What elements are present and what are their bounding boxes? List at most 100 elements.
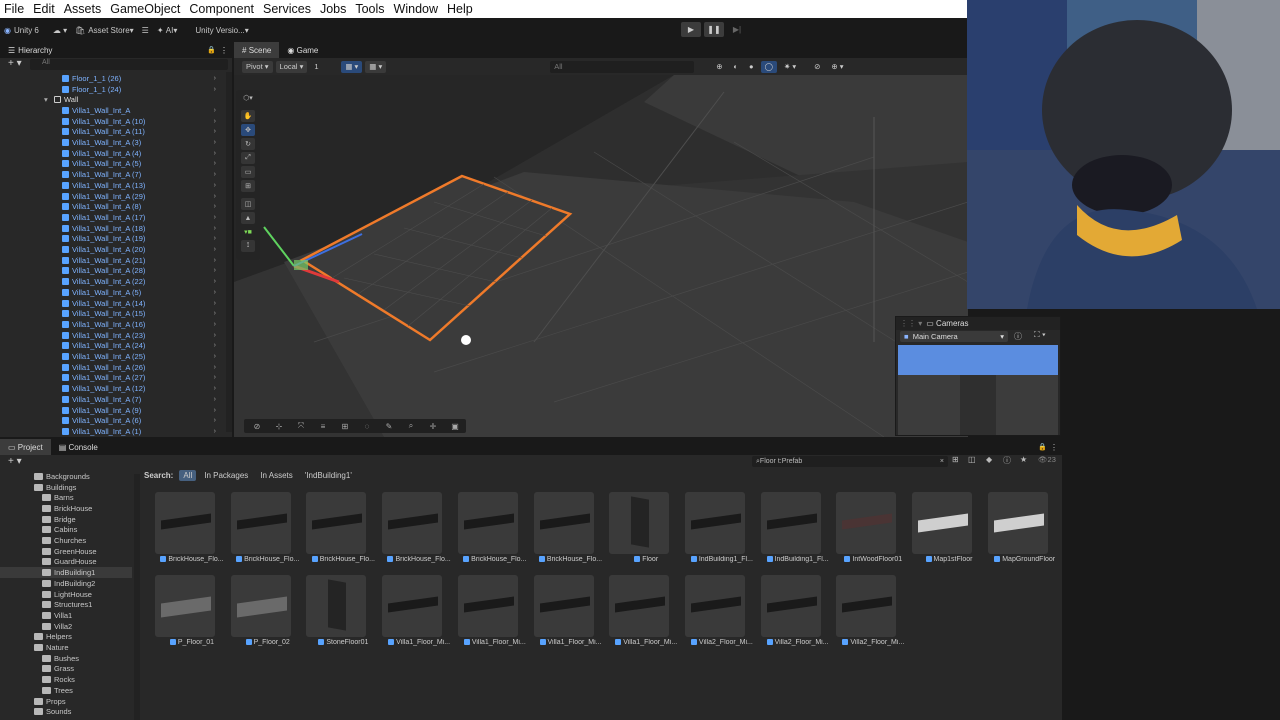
- hierarchy-row[interactable]: Floor_1_1 (24) ›: [0, 84, 226, 95]
- local-dropdown[interactable]: Local ▾: [275, 60, 308, 73]
- hierarchy-row[interactable]: Villa1_Wall_Int_A (8) ›: [0, 201, 226, 212]
- hierarchy-row[interactable]: Villa1_Wall_Int_A (26) ›: [0, 362, 226, 373]
- scene-view[interactable]: # Scene ◉ Game Pivot ▾ Local ▾ 1 ▦ ▾ ▦ ▾…: [234, 42, 968, 437]
- chevron-right-icon[interactable]: ›: [214, 139, 216, 146]
- rotate-tool-icon[interactable]: ↻: [241, 138, 255, 150]
- hierarchy-row[interactable]: Villa1_Wall_Int_A (22) ›: [0, 276, 226, 287]
- effects-icon[interactable]: ✷ ▾: [780, 61, 800, 73]
- menu-services[interactable]: Services: [263, 2, 311, 16]
- measure-icon[interactable]: ⊘: [248, 420, 266, 432]
- hidden-objects-icon[interactable]: ⊘: [810, 61, 824, 73]
- hierarchy-row[interactable]: Villa1_Wall_Int_A (13) ›: [0, 180, 226, 191]
- menu-gameobject[interactable]: GameObject: [110, 2, 180, 16]
- menu-help[interactable]: Help: [447, 2, 473, 16]
- hierarchy-row[interactable]: Villa1_Wall_Int_A (21) ›: [0, 255, 226, 266]
- move-tool-icon[interactable]: ✥: [241, 124, 255, 136]
- hierarchy-scrollbar[interactable]: [226, 72, 232, 432]
- camera-options-icon[interactable]: ⛶ ▾: [1034, 330, 1046, 340]
- asset-item[interactable]: BrickHouse_Flo...: [456, 492, 528, 570]
- chevron-right-icon[interactable]: ›: [214, 128, 216, 135]
- hierarchy-row[interactable]: Villa1_Wall_Int_A (5) ›: [0, 159, 226, 170]
- asset-item[interactable]: Floor: [607, 492, 679, 570]
- project-lock-icon[interactable]: 🔒: [1038, 443, 1047, 451]
- layout-menu-icon[interactable]: ☰: [138, 22, 153, 38]
- folder-item[interactable]: Churches: [0, 535, 132, 546]
- scope-packages-button[interactable]: In Packages: [204, 471, 248, 480]
- asset-item[interactable]: IntWoodFloor01: [834, 492, 906, 570]
- hierarchy-row[interactable]: Villa1_Wall_Int_A (11) ›: [0, 127, 226, 138]
- lighting-icon[interactable]: ●: [745, 61, 758, 73]
- favorite-star-icon[interactable]: ★: [1020, 455, 1027, 464]
- asset-item[interactable]: BrickHouse_Flo...: [229, 492, 301, 570]
- version-control-button[interactable]: Unity Versio... ▾: [191, 22, 252, 38]
- transform-tool-icon[interactable]: ⊞: [241, 180, 255, 192]
- asset-item[interactable]: Map1stFloor: [910, 492, 982, 570]
- grid-size-field[interactable]: 1: [310, 61, 338, 73]
- asset-item[interactable]: IndBuilding1_Fl...: [683, 492, 755, 570]
- chevron-right-icon[interactable]: ›: [214, 160, 216, 167]
- menu-component[interactable]: Component: [189, 2, 254, 16]
- tab-project[interactable]: ▭ Project: [0, 439, 51, 455]
- hierarchy-row[interactable]: Villa1_Wall_Int_A (23) ›: [0, 330, 226, 341]
- shape-tool-icon[interactable]: ▾■: [241, 226, 255, 238]
- chevron-right-icon[interactable]: ›: [214, 150, 216, 157]
- hierarchy-tab[interactable]: ☰ Hierarchy 🔒 ⋮: [0, 42, 232, 58]
- folder-item[interactable]: IndBuilding2: [0, 578, 132, 589]
- hierarchy-row[interactable]: Villa1_Wall_Int_A (19) ›: [0, 234, 226, 245]
- folder-item[interactable]: Villa1: [0, 610, 132, 621]
- hierarchy-row[interactable]: ▾ Wall: [0, 94, 226, 105]
- chevron-right-icon[interactable]: ›: [214, 203, 216, 210]
- menu-edit[interactable]: Edit: [33, 2, 55, 16]
- move-icon[interactable]: ✛: [424, 420, 442, 432]
- chevron-right-icon[interactable]: ›: [214, 235, 216, 242]
- chevron-right-icon[interactable]: ›: [214, 171, 216, 178]
- folder-item[interactable]: Grass: [0, 664, 132, 675]
- chevron-right-icon[interactable]: ›: [214, 214, 216, 221]
- expand-arrow-icon[interactable]: ▾: [44, 95, 48, 104]
- snap-icon[interactable]: ⊹: [270, 420, 288, 432]
- folder-item[interactable]: Sounds: [0, 706, 132, 717]
- hierarchy-row[interactable]: Villa1_Wall_Int_A (17) ›: [0, 212, 226, 223]
- project-more-icon[interactable]: ⋮: [1050, 443, 1058, 452]
- hierarchy-row[interactable]: Villa1_Wall_Int_A (5) ›: [0, 287, 226, 298]
- folder-item[interactable]: GuardHouse: [0, 557, 132, 568]
- chevron-right-icon[interactable]: ›: [214, 257, 216, 264]
- hierarchy-row[interactable]: Villa1_Wall_Int_A (18) ›: [0, 223, 226, 234]
- chevron-right-icon[interactable]: ›: [214, 342, 216, 349]
- chevron-right-icon[interactable]: ›: [214, 407, 216, 414]
- chevron-right-icon[interactable]: ›: [214, 332, 216, 339]
- lock-icon[interactable]: 🔒: [207, 46, 216, 54]
- step-button[interactable]: ▶|: [727, 22, 747, 37]
- cloud-button[interactable]: ☁ ▾: [49, 22, 71, 38]
- account-button[interactable]: ◉ Unity 6: [0, 22, 43, 38]
- gizmos-icon[interactable]: ⊕ ▾: [827, 61, 847, 73]
- shading-icon[interactable]: ◯: [760, 60, 777, 73]
- chevron-right-icon[interactable]: ›: [214, 428, 216, 435]
- brush-icon[interactable]: ✎: [380, 420, 398, 432]
- chevron-right-icon[interactable]: ›: [214, 225, 216, 232]
- chevron-right-icon[interactable]: ›: [214, 182, 216, 189]
- asset-item[interactable]: P_Floor_02: [229, 575, 301, 653]
- scale-tool-icon[interactable]: ⤢: [241, 152, 255, 164]
- hierarchy-row[interactable]: Villa1_Wall_Int_A (7) ›: [0, 394, 226, 405]
- pivot-dropdown[interactable]: Pivot ▾: [242, 60, 273, 73]
- asset-item[interactable]: StoneFloor01: [304, 575, 376, 653]
- asset-item[interactable]: Villa1_Floor_Mi...: [607, 575, 679, 653]
- grid-toggle-icon[interactable]: ▦ ▾: [341, 60, 363, 73]
- hierarchy-search-input[interactable]: All: [30, 59, 228, 70]
- asset-item[interactable]: BrickHouse_Flo...: [304, 492, 376, 570]
- chevron-right-icon[interactable]: ›: [214, 396, 216, 403]
- folder-item[interactable]: Bridge: [0, 514, 132, 525]
- snap-toggle-icon[interactable]: ▦ ▾: [365, 60, 387, 73]
- tab-scene[interactable]: # Scene: [234, 42, 280, 58]
- asset-item[interactable]: BrickHouse_Flo...: [153, 492, 225, 570]
- chevron-right-icon[interactable]: ›: [214, 417, 216, 424]
- create-asset-button[interactable]: + ▾: [8, 456, 22, 467]
- folder-item[interactable]: Structures1: [0, 599, 132, 610]
- filter-type-icon[interactable]: ⊞: [952, 455, 959, 464]
- folder-item[interactable]: Bushes: [0, 653, 132, 664]
- hierarchy-row[interactable]: Villa1_Wall_Int_A (24) ›: [0, 341, 226, 352]
- camera-info-icon[interactable]: ⓘ: [1014, 331, 1022, 342]
- menu-jobs[interactable]: Jobs: [320, 2, 346, 16]
- hierarchy-row[interactable]: Villa1_Wall_Int_A (25) ›: [0, 351, 226, 362]
